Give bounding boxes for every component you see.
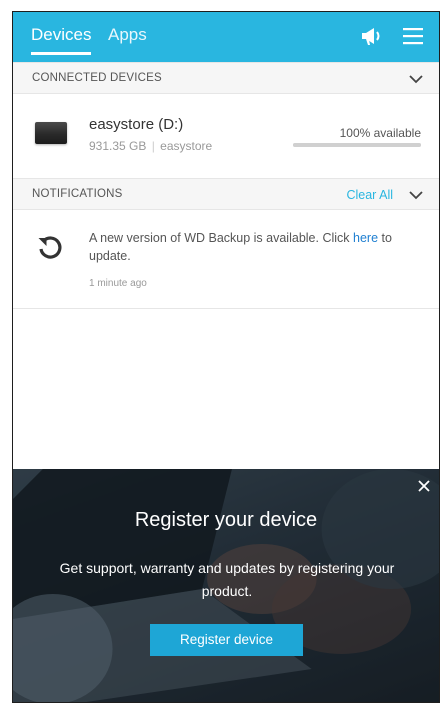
banner-title: Register your device (134, 509, 318, 531)
tab-apps[interactable]: Apps (108, 25, 147, 45)
capacity-bar (293, 143, 421, 147)
notifications-title: NOTIFICATIONS (32, 188, 123, 200)
capacity-bar-fill (293, 143, 421, 147)
update-link[interactable]: here (353, 231, 378, 245)
notification-text: A new version of WD Backup is available.… (89, 231, 353, 245)
device-info: 931.35 GB | easystore (89, 139, 213, 153)
device-item[interactable]: easystore (D:) 931.35 GB | easystore 100… (13, 94, 439, 177)
connected-devices-header[interactable]: CONNECTED DEVICES (13, 62, 439, 94)
register-banner: Register your device Get support, warran… (13, 469, 439, 702)
chevron-down-icon[interactable] (409, 74, 423, 84)
close-icon[interactable] (417, 479, 431, 493)
tab-devices[interactable]: Devices (31, 25, 92, 55)
refresh-icon (38, 236, 62, 259)
connected-devices-title: CONNECTED DEVICES (32, 72, 162, 84)
wd-discovery-window: Devices Apps CONNECTED DEVICES easystore… (12, 11, 440, 703)
notification-item: A new version of WD Backup is available.… (13, 210, 439, 309)
device-size: 931.35 GB (89, 139, 147, 153)
megaphone-icon[interactable] (359, 24, 383, 48)
notification-message: A new version of WD Backup is available.… (89, 229, 409, 265)
banner-description: Get support, warranty and updates by reg… (59, 560, 395, 599)
hamburger-menu-icon[interactable] (401, 24, 425, 48)
device-model: easystore (160, 139, 213, 153)
drive-icon (35, 122, 67, 144)
notifications-header[interactable]: NOTIFICATIONS Clear All (13, 178, 439, 210)
register-device-button[interactable]: Register device (150, 624, 303, 656)
chevron-down-icon[interactable] (409, 190, 423, 200)
device-availability: 100% available (339, 126, 421, 140)
clear-all-link[interactable]: Clear All (346, 188, 393, 202)
notification-timestamp: 1 minute ago (89, 278, 147, 289)
header-bar: Devices Apps (13, 12, 439, 62)
device-name: easystore (D:) (89, 116, 184, 133)
